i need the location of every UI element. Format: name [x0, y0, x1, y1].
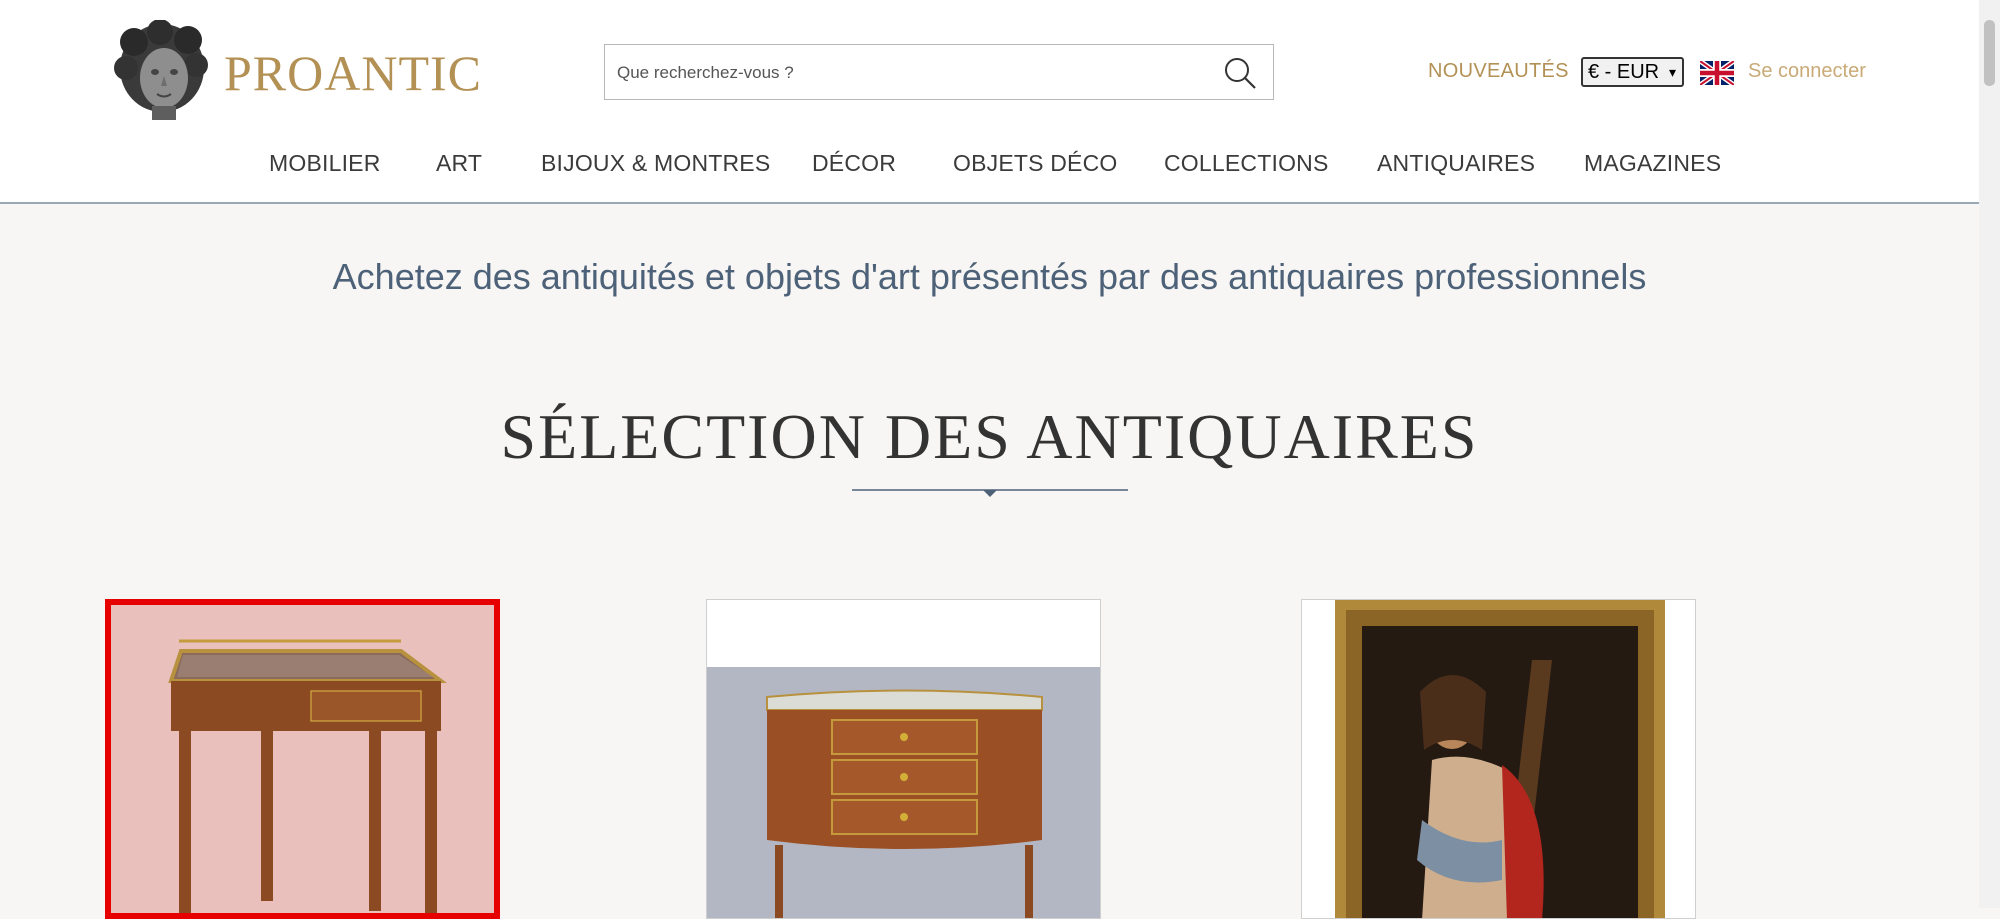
uk-flag-icon[interactable]	[1700, 61, 1734, 85]
section-title: SÉLECTION DES ANTIQUAIRES	[500, 401, 1479, 472]
scrollbar-thumb[interactable]	[1984, 20, 1995, 86]
nav-item-decor[interactable]: DÉCOR	[812, 150, 896, 177]
tagline: Achetez des antiquités et objets d'art p…	[332, 256, 1647, 297]
search-input[interactable]	[615, 45, 1199, 101]
chevron-down-icon: ▾	[1668, 64, 1676, 80]
nav-item-mobilier[interactable]: MOBILIER	[269, 150, 381, 177]
page-scrollbar[interactable]	[1979, 0, 2000, 908]
brand-logo-text[interactable]: PROANTIC	[224, 44, 482, 102]
product-card-painting[interactable]	[1301, 599, 1696, 919]
site-header: PROANTIC NOUVEAUTÉS € - EUR ▾ Se connect…	[0, 0, 1979, 204]
nav-item-collections[interactable]: COLLECTIONS	[1164, 150, 1329, 177]
search-bar	[604, 44, 1274, 101]
cherub-head-icon[interactable]	[112, 20, 212, 122]
product-image	[1302, 600, 1695, 918]
nav-item-antiquaires[interactable]: ANTIQUAIRES	[1377, 150, 1535, 177]
product-card-commode[interactable]	[706, 599, 1101, 919]
nav-item-magazines[interactable]: MAGAZINES	[1584, 150, 1721, 177]
title-divider	[852, 489, 1128, 497]
product-card-side-table[interactable]	[105, 599, 500, 919]
nouveautes-link[interactable]: NOUVEAUTÉS	[1428, 60, 1569, 83]
currency-value: € - EUR	[1588, 61, 1660, 83]
search-icon[interactable]	[1223, 56, 1257, 90]
nav-item-art[interactable]: ART	[436, 150, 482, 177]
main-navigation: MOBILIER ART BIJOUX & MONTRES DÉCOR OBJE…	[0, 150, 1979, 180]
product-image	[707, 600, 1100, 918]
product-image	[111, 605, 494, 913]
currency-select[interactable]: € - EUR ▾	[1581, 57, 1684, 87]
nav-item-objets-deco[interactable]: OBJETS DÉCO	[953, 150, 1118, 177]
login-link[interactable]: Se connecter	[1748, 60, 1866, 83]
nav-item-bijoux-montres[interactable]: BIJOUX & MONTRES	[541, 150, 770, 177]
